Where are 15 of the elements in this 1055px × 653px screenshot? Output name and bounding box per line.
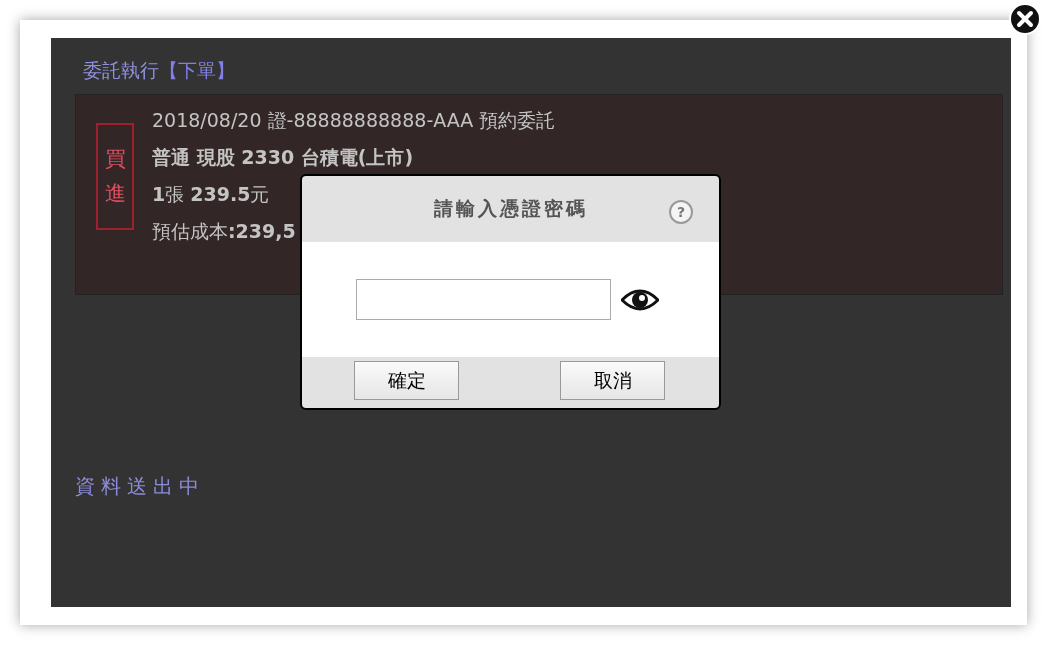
- eye-icon[interactable]: [621, 287, 659, 312]
- dialog-title: 請輸入憑證密碼: [433, 196, 588, 221]
- password-field[interactable]: [356, 279, 611, 320]
- dialog-button[interactable]: 取消: [560, 361, 665, 400]
- order-detail-text: 普通 現股 2330 台積電(上市): [152, 145, 414, 170]
- help-icon[interactable]: ?: [669, 200, 693, 224]
- order-detail-text: 預估成本:239,5: [152, 219, 296, 244]
- order-detail-text: 2018/08/20 證-88888888888-AAA 預約委託: [152, 108, 556, 133]
- buy-stamp: 買進: [96, 123, 134, 230]
- close-icon[interactable]: [1008, 2, 1042, 36]
- heading-tag: 【下單】: [159, 59, 235, 81]
- status-text: 資料送出中: [75, 473, 206, 500]
- page-heading: 委託執行: [83, 59, 159, 81]
- dialog-button[interactable]: 確定: [354, 361, 459, 400]
- order-detail-text: 1張 239.5元: [152, 182, 270, 207]
